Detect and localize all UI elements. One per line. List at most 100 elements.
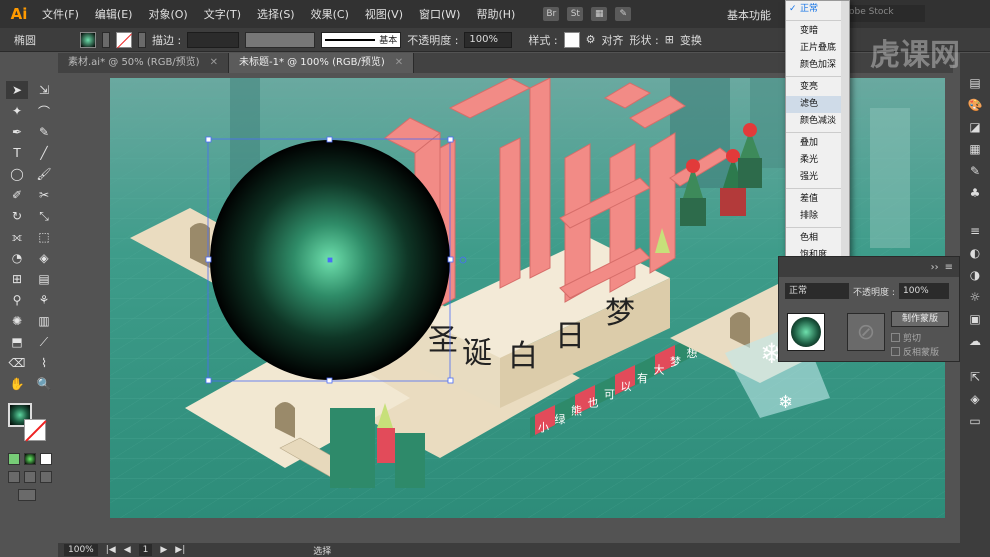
selection-tool-icon[interactable]: ➤ <box>6 81 28 99</box>
transparency-icon[interactable]: ◑ <box>966 267 984 283</box>
width-tool-icon[interactable]: ⟗ <box>6 228 28 246</box>
menu-item[interactable]: 效果(C) <box>303 6 357 22</box>
properties-icon[interactable]: ▤ <box>966 75 984 91</box>
direct-selection-tool-icon[interactable]: ⇲ <box>33 81 55 99</box>
fill-stroke-widget[interactable] <box>6 401 52 447</box>
artboard-tool-icon[interactable]: ⬒ <box>6 333 28 351</box>
next-artboard-icon[interactable]: ▶ <box>160 545 167 555</box>
draw-normal-icon[interactable] <box>8 471 20 483</box>
tab-untitled-doc[interactable]: 未标题-1* @ 100% (RGB/预览) ✕ <box>228 53 415 73</box>
brush-definition[interactable]: 基本 <box>321 31 402 48</box>
opacity-input[interactable]: 100% <box>464 31 513 48</box>
color-guide-icon[interactable]: ◪ <box>966 119 984 135</box>
stock-search-input[interactable]: obe Stock <box>845 5 925 22</box>
magic-wand-tool-icon[interactable]: ✦ <box>6 102 28 120</box>
recolor-icon[interactable]: ⚙ <box>586 33 596 46</box>
blend-mode-option[interactable]: 变暗 <box>786 23 849 40</box>
close-icon[interactable]: ✕ <box>395 53 403 73</box>
fill-color-swatch[interactable] <box>80 31 96 48</box>
shaper-tool-icon[interactable]: ✐ <box>6 186 28 204</box>
layers-icon[interactable]: ◈ <box>966 391 984 407</box>
prev-artboard-icon[interactable]: ◀ <box>124 545 131 555</box>
stroke-dropdown[interactable] <box>138 31 146 48</box>
blend-menu-scrollbar[interactable] <box>841 1 849 281</box>
mesh-tool-icon[interactable]: ⊞ <box>6 270 28 288</box>
ellipse-tool-icon[interactable]: ◯ <box>6 165 28 183</box>
gradient-tool-icon[interactable]: ▤ <box>33 270 55 288</box>
blend-mode-option[interactable]: 正常 <box>786 1 849 18</box>
stroke-icon[interactable]: ≡ <box>966 223 984 239</box>
shape-properties-icon[interactable]: ⊞ <box>665 33 674 46</box>
color-mode-icon[interactable] <box>8 453 20 465</box>
blend-mode-option[interactable]: 强光 <box>786 169 849 186</box>
close-icon[interactable]: ✕ <box>210 53 218 73</box>
blend-mode-option[interactable]: 变亮 <box>786 79 849 96</box>
stroke-color-swatch[interactable] <box>116 31 132 48</box>
slice-tool-icon[interactable]: ⟋ <box>33 333 55 351</box>
blend-mode-option[interactable]: 柔光 <box>786 152 849 169</box>
menu-item[interactable]: 文字(T) <box>196 6 249 22</box>
gradient-mode-icon[interactable] <box>24 453 36 465</box>
blend-tool-icon[interactable]: ⚘ <box>33 291 55 309</box>
object-thumbnail[interactable] <box>787 313 825 351</box>
swatches-icon[interactable]: ▦ <box>966 141 984 157</box>
opacity-input[interactable]: 100% <box>899 283 949 299</box>
blend-mode-menu[interactable]: 正常变暗正片叠底颜色加深变亮滤色颜色减淡叠加柔光强光差值排除色相饱和度混色明度 <box>785 0 850 294</box>
live-paint-tool-icon[interactable]: ◈ <box>33 249 55 267</box>
make-mask-button[interactable]: 制作蒙版 <box>891 311 949 327</box>
draw-behind-icon[interactable] <box>24 471 36 483</box>
hand-tool-icon[interactable]: ✋ <box>6 375 28 393</box>
screen-mode-icon[interactable] <box>18 489 36 501</box>
blend-mode-option[interactable]: 色相 <box>786 230 849 247</box>
artboards-icon[interactable]: ▭ <box>966 413 984 429</box>
pen-tool-icon[interactable]: ✒ <box>6 123 28 141</box>
graph-tool-icon[interactable]: ▥ <box>33 312 55 330</box>
symbols-icon[interactable]: ♣ <box>966 185 984 201</box>
last-artboard-icon[interactable]: ▶| <box>175 545 185 555</box>
fill-dropdown[interactable] <box>102 31 110 48</box>
blend-mode-option[interactable]: 正片叠底 <box>786 40 849 57</box>
menu-item[interactable]: 视图(V) <box>357 6 411 22</box>
zoom-level[interactable]: 100% <box>64 544 98 556</box>
scale-tool-icon[interactable]: ⤡ <box>33 207 55 225</box>
menu-item[interactable]: 帮助(H) <box>468 6 523 22</box>
gpu-icon[interactable]: ✎ <box>615 7 632 21</box>
rotate-tool-icon[interactable]: ↻ <box>6 207 28 225</box>
curvature-tool-icon[interactable]: ✎ <box>33 123 55 141</box>
eraser-tool-icon[interactable]: ⌫ <box>6 354 28 372</box>
draw-inside-icon[interactable] <box>40 471 52 483</box>
first-artboard-icon[interactable]: |◀ <box>106 545 116 555</box>
blend-mode-option[interactable]: 差值 <box>786 191 849 208</box>
appearance-icon[interactable]: ☼ <box>966 289 984 305</box>
free-transform-tool-icon[interactable]: ⬚ <box>33 228 55 246</box>
blend-mode-option[interactable]: 颜色减淡 <box>786 113 849 130</box>
blend-mode-option[interactable]: 滤色 <box>786 96 849 113</box>
lasso-tool-icon[interactable]: ⌒ <box>33 102 55 120</box>
align-button[interactable]: 对齐 <box>601 32 623 48</box>
collapse-icon[interactable]: ›› <box>931 262 939 273</box>
line-tool-icon[interactable]: ╱ <box>33 144 55 162</box>
knife-tool-icon[interactable]: ⌇ <box>33 354 55 372</box>
transform-button[interactable]: 变换 <box>680 32 702 48</box>
no-mask-icon[interactable]: ⊘ <box>847 313 885 351</box>
gradient-icon[interactable]: ◐ <box>966 245 984 261</box>
menu-item[interactable]: 选择(S) <box>249 6 303 22</box>
graphic-style-swatch[interactable] <box>563 31 580 48</box>
menu-item[interactable]: 编辑(E) <box>87 6 141 22</box>
brushes-icon[interactable]: ✎ <box>966 163 984 179</box>
shape-builder-tool-icon[interactable]: ◔ <box>6 249 28 267</box>
graphic-styles-icon[interactable]: ▣ <box>966 311 984 327</box>
zoom-tool-icon[interactable]: 🔍 <box>33 375 55 393</box>
scissors-tool-icon[interactable]: ✂ <box>33 186 55 204</box>
type-tool-icon[interactable]: T <box>6 144 28 162</box>
workspace-switcher[interactable]: 基本功能 <box>727 7 771 23</box>
blend-mode-option[interactable]: 排除 <box>786 208 849 225</box>
menu-item[interactable]: 文件(F) <box>34 6 87 22</box>
tab-material-doc[interactable]: 素材.ai* @ 50% (RGB/预览) ✕ <box>58 53 229 73</box>
menu-item[interactable]: 窗口(W) <box>411 6 468 22</box>
bridge-icon[interactable]: Br <box>543 7 560 21</box>
artboard-number[interactable]: 1 <box>138 544 153 556</box>
blend-mode-option[interactable]: 叠加 <box>786 135 849 152</box>
stroke-swatch[interactable] <box>24 419 46 441</box>
symbol-sprayer-tool-icon[interactable]: ✺ <box>6 312 28 330</box>
